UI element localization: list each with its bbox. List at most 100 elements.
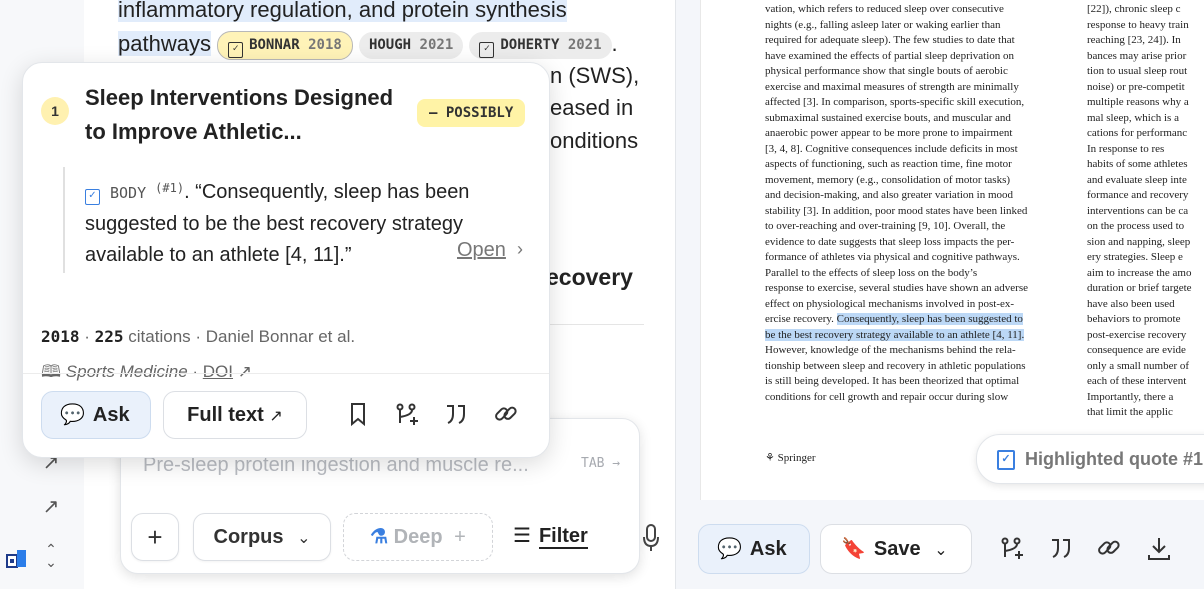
paper-title[interactable]: Sleep Interventions Designed to Improve … [85, 81, 395, 149]
pdf-line: on the process used to [1087, 220, 1185, 232]
highlighted-quote: Consequently, sleep has been suggested t… [836, 313, 1023, 325]
deep-label: Deep [393, 526, 443, 548]
bookmark-icon: 🔖 [841, 538, 866, 560]
year: 2018 [41, 327, 80, 346]
relevance-badge: – POSSIBLY [417, 99, 526, 127]
full-text-button[interactable]: Full text ↗ [163, 391, 307, 439]
deep-mode-button[interactable]: ⚗ Deep + [343, 513, 493, 561]
book-icon: 🕮 [41, 362, 62, 381]
add-button[interactable]: + [131, 513, 179, 561]
bookmark-icon[interactable] [345, 401, 371, 427]
corpus-dropdown[interactable]: Corpus ⌄ [193, 513, 331, 561]
pdf-column-left: vation, which refers to reduced sleep ov… [765, 2, 1028, 405]
ask-button[interactable]: 💬 Ask [698, 524, 810, 574]
highlighted-quote-pill[interactable]: ✓ Highlighted quote #1 [976, 434, 1204, 484]
chat-bubble-icon: 💬 [60, 404, 85, 426]
pdf-line: tion to usual sleep rout [1087, 65, 1188, 77]
arrow-up-right-icon[interactable]: ↗ [40, 496, 62, 518]
pdf-line: mal sleep, which is a [1087, 111, 1179, 124]
pdf-line: However, knowledge of the mechanisms beh… [765, 344, 1016, 356]
chat-bubble-icon: 💬 [717, 538, 742, 560]
open-link[interactable]: Open [457, 239, 506, 262]
pdf-line: cations for performanc [1087, 127, 1188, 139]
pdf-line: submaximal sustained exercise bouts, and… [765, 111, 1011, 124]
corpus-label: Corpus [213, 526, 284, 548]
microphone-icon[interactable] [641, 523, 661, 553]
citation-chip-bonnar[interactable]: ✓ BONNAR 2018 [217, 30, 353, 60]
highlighted-text: pathways [118, 31, 211, 56]
supporting-quote: ✓ BODY (#1). “Consequently, sleep has bee… [85, 173, 505, 271]
pdf-line: multiple reasons why a [1087, 96, 1189, 108]
download-icon[interactable] [1146, 535, 1172, 561]
quote-index: (#1) [155, 181, 185, 195]
pdf-page: vation, which refers to reduced sleep ov… [700, 0, 1204, 500]
pdf-line: to over-reaching and over-training [9, 1… [765, 220, 1006, 232]
pdf-line: ercise recovery. Consequently, sleep has… [765, 313, 1023, 325]
pdf-line: and decision-making, and also greater va… [765, 189, 1014, 201]
pdf-viewer: vation, which refers to reduced sleep ov… [676, 0, 1204, 589]
answer-text-line: inflammatory regulation, and protein syn… [118, 0, 567, 26]
pdf-line: be the best recovery strategy available … [765, 328, 1028, 344]
pdf-line: In response to res [1087, 142, 1165, 155]
chevron-right-icon: › [517, 239, 523, 259]
pdf-line: anaerobic power appear to be more prone … [765, 127, 1013, 139]
citation-chip-doherty[interactable]: ✓ DOHERTY 2021 [469, 31, 612, 59]
pdf-line: nights (e.g., falling asleep later or wa… [765, 18, 1001, 31]
pdf-line: formance of athletes via physical and co… [765, 251, 1020, 263]
pdf-line: is still being developed. It has been th… [765, 375, 1020, 387]
pdf-line: noise) or pre-competit [1087, 80, 1185, 93]
pdf-line: aim to increase the amo [1087, 266, 1192, 279]
pdf-line: interventions can be ca [1087, 204, 1189, 217]
highlighted-quote-number: #1 [1183, 449, 1204, 469]
arrow-up-right-icon: ↗ [269, 408, 283, 425]
chevron-updown-icon[interactable]: ⌃ ⌄ [40, 542, 62, 573]
citation-chip-hough[interactable]: HOUGH 2021 [358, 31, 464, 59]
pdf-line: and evaluate sleep inte [1087, 173, 1187, 186]
quote-bar [63, 167, 65, 273]
answer-text-line: pathways ✓ BONNAR 2018 HOUGH 2021 ✓ DOHERT… [118, 28, 618, 60]
answer-text-fragment: onditions [550, 128, 639, 153]
branch-plus-icon[interactable] [393, 401, 419, 427]
filter-button[interactable]: ☰ Filter [513, 523, 588, 549]
journal-name: Sports Medicine [65, 362, 188, 381]
full-text-label: Full text [187, 404, 264, 426]
pdf-line: physical performance show that single bo… [765, 65, 1008, 77]
quote-icon[interactable] [1048, 535, 1074, 561]
app-logo-icon[interactable] [6, 547, 28, 569]
highlighted-quote-label: Highlighted quote [1025, 449, 1178, 469]
ask-button[interactable]: 💬 Ask [41, 391, 151, 439]
answer-text-fragment: n (SWS), [550, 63, 640, 88]
punctuation: . [611, 31, 618, 56]
pdf-line: required for adequate sleep). The few st… [765, 34, 1015, 46]
quote-icon[interactable] [443, 401, 469, 427]
pdf-line: exercise and maximal measures of strengt… [765, 80, 1019, 93]
quote-source: BODY [110, 184, 147, 202]
pdf-line: aspects of functioning, such as reaction… [765, 158, 1012, 170]
flask-icon: ⚗ [370, 526, 389, 548]
chevron-down-icon: ⌄ [934, 542, 948, 559]
pdf-line: Importantly, there a [1087, 390, 1174, 403]
doi-link[interactable]: DOI [203, 362, 233, 381]
link-icon[interactable] [493, 401, 519, 427]
pdf-line: effect on physiological mechanisms invol… [765, 297, 1015, 310]
ask-label: Ask [92, 404, 130, 426]
publisher-logo: ⚘ Springer [765, 452, 816, 464]
save-label: Save [873, 538, 921, 560]
branch-plus-icon[interactable] [998, 535, 1024, 561]
save-dropdown[interactable]: 🔖 Save ⌄ [820, 524, 972, 574]
citation-count: 225 [94, 327, 124, 346]
paper-meta: 2018 · 225 citations · Daniel Bonnar et … [41, 327, 356, 346]
pdf-line: reaching [23, 24]). In [1087, 34, 1181, 46]
pdf-line: [22]), chronic sleep c [1087, 3, 1181, 15]
pdf-line: tionship between sleep and recovery in a… [765, 359, 1026, 372]
section-heading-fragment: ecovery [546, 264, 633, 290]
citation-popover: 1 Sleep Interventions Designed to Improv… [22, 62, 550, 458]
link-icon[interactable] [1096, 535, 1122, 561]
pdf-line: vation, which refers to reduced sleep ov… [765, 3, 1004, 15]
pdf-line: formance and recovery [1087, 189, 1189, 201]
pdf-line: Parallel to the effects of sleep loss on… [765, 266, 978, 279]
filter-label: Filter [538, 525, 588, 549]
pdf-line: habits of some athletes [1087, 158, 1188, 170]
arrow-up-right-icon: ↗ [237, 362, 252, 381]
pdf-line: [3, 4, 8]. Cognitive consequences includ… [765, 142, 1018, 155]
